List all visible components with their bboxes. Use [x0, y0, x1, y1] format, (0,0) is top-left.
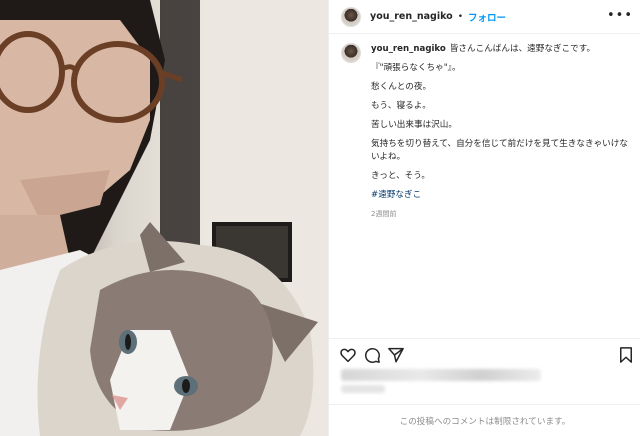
comments-limited-notice: この投稿へのコメントは制限されています。 [329, 404, 640, 436]
avatar[interactable] [341, 6, 361, 27]
hashtag-link[interactable]: #遠野なぎこ [371, 189, 631, 202]
caption-avatar[interactable] [341, 43, 361, 63]
follow-button[interactable]: フォロー [468, 10, 506, 24]
post-detail-panel: you_ren_nagiko • フォロー ••• you_ren_nagiko… [328, 0, 640, 436]
caption-body: you_ren_nagiko 皆さんこんばんは、遠野なぎこです。 『"頑張らなくち… [371, 43, 631, 221]
action-bar [329, 338, 640, 368]
caption-line-5: 気持ちを切り替えて、自分を信じて前だけを見て生きなきゃいけないよね。 [371, 139, 628, 162]
heart-icon[interactable] [339, 346, 357, 364]
photo-illustration [0, 0, 328, 436]
post-time[interactable]: 2週間前 [371, 208, 631, 221]
caption-line-3: もう、寝るよ。 [371, 101, 431, 111]
separator-dot: • [457, 11, 464, 22]
caption-line-6: きっと、そう。 [371, 171, 430, 181]
header-username[interactable]: you_ren_nagiko [370, 11, 453, 22]
post-header: you_ren_nagiko • フォロー ••• [329, 0, 640, 34]
caption-line-2: 愁くんとの夜。 [371, 82, 432, 92]
post-photo[interactable] [0, 0, 328, 436]
blurred-likes-text [341, 369, 541, 381]
more-options-icon[interactable]: ••• [607, 9, 633, 22]
bookmark-icon[interactable] [617, 346, 635, 364]
post-caption: you_ren_nagiko 皆さんこんばんは、遠野なぎこです。 『"頑張らなくち… [341, 43, 631, 221]
comment-icon[interactable] [363, 346, 381, 364]
caption-line-0: 皆さんこんばんは、遠野なぎこです。 [449, 44, 596, 54]
blurred-date-text [341, 385, 385, 393]
caption-username[interactable]: you_ren_nagiko [371, 44, 446, 54]
caption-line-4: 苦しい出来事は沢山。 [371, 120, 457, 130]
caption-line-1: 『"頑張らなくちゃ"』。 [371, 63, 461, 73]
send-icon[interactable] [387, 346, 405, 364]
